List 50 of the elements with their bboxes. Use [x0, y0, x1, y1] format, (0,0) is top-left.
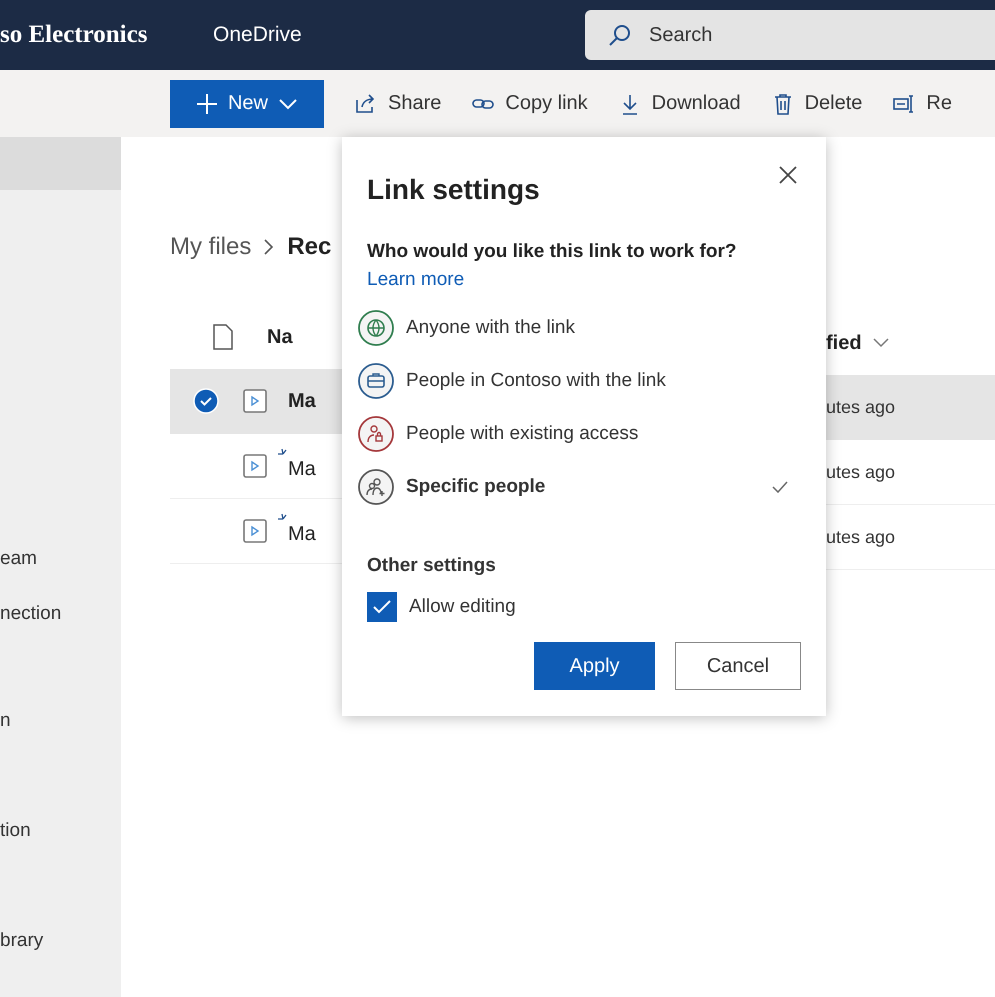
checkbox-label: Allow editing [409, 596, 516, 618]
search-icon [607, 22, 633, 48]
sidebar-item[interactable]: nection [0, 603, 62, 625]
new-button[interactable]: New [170, 80, 324, 128]
download-button[interactable]: Download [618, 92, 741, 116]
plus-icon [196, 92, 218, 114]
question-text: Who would you like this link to work for? [367, 241, 738, 263]
breadcrumb-link[interactable]: My files [170, 233, 252, 261]
share-button[interactable]: Share [354, 92, 442, 116]
option-label[interactable]: People in Contoso with the link [406, 370, 801, 392]
apply-button[interactable]: Apply [534, 642, 655, 690]
checkmark-icon [771, 480, 789, 494]
video-file-icon [242, 453, 268, 479]
app-name[interactable]: OneDrive [213, 23, 585, 47]
sidebar-item[interactable]: brary [0, 930, 44, 952]
close-icon [778, 165, 798, 185]
file-type-icon [211, 323, 235, 351]
chevron-down-icon [278, 98, 298, 110]
chevron-down-icon [872, 337, 890, 349]
learn-more-link[interactable]: Learn more [367, 269, 464, 291]
breadcrumb-current: Rec [287, 233, 332, 261]
delete-button[interactable]: Delete [770, 92, 862, 116]
option-label[interactable]: Anyone with the link [406, 316, 801, 338]
row-check-icon[interactable] [193, 388, 219, 414]
sidebar-item[interactable]: tion [0, 820, 31, 842]
video-file-icon [242, 388, 268, 414]
allow-editing-checkbox[interactable] [367, 592, 397, 622]
modified-time: utes ago [826, 462, 896, 482]
video-file-icon [242, 518, 268, 544]
option-label[interactable]: Specific people [406, 476, 759, 498]
organization-name: so Electronics [0, 21, 148, 49]
link-button[interactable]: Copy link [471, 92, 588, 116]
file-name[interactable]: Ma [288, 516, 316, 546]
section-heading: Other settings [367, 555, 497, 577]
search-input[interactable]: Search [647, 22, 947, 48]
column-header[interactable]: fied [826, 332, 862, 354]
sidebar-item[interactable]: n [0, 710, 11, 732]
search-field[interactable]: Search [585, 10, 995, 60]
chevron-right-icon [263, 238, 276, 256]
modified-time: utes ago [826, 396, 896, 418]
rename-button[interactable]: Re [892, 92, 952, 116]
modified-time: utes ago [826, 526, 896, 548]
checkmark-icon [372, 599, 392, 615]
option-label[interactable]: People with existing access [406, 422, 801, 444]
file-name[interactable]: Ma [288, 452, 316, 480]
column-header[interactable]: Na [267, 326, 293, 348]
file-name[interactable]: Ma [288, 390, 316, 412]
cancel-button[interactable]: Cancel [675, 642, 801, 690]
dialog-title: Link settings [367, 173, 540, 207]
sidebar-item[interactable]: eam [0, 548, 37, 570]
